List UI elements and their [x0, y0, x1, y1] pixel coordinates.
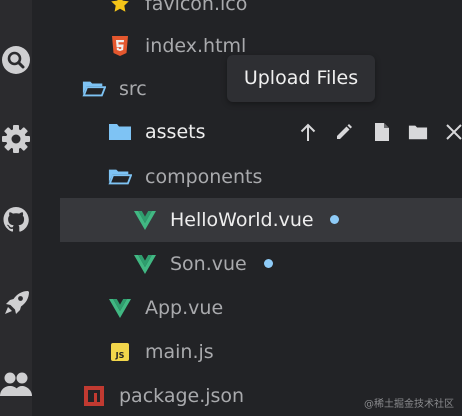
- js-icon: JS: [108, 340, 132, 364]
- tree-label: Son.vue: [170, 253, 247, 275]
- tree-row-main-js[interactable]: JS main.js: [60, 330, 462, 374]
- folder-icon: [108, 120, 132, 144]
- deploy-button[interactable]: [0, 281, 32, 325]
- npm-icon: [82, 384, 106, 408]
- tree-label: components: [145, 166, 263, 188]
- tree-label: main.js: [145, 341, 214, 363]
- settings-button[interactable]: [0, 117, 32, 161]
- tree-row-app-vue[interactable]: App.vue: [60, 286, 462, 330]
- rocket-icon: [5, 291, 29, 314]
- tree-row-helloworld-vue[interactable]: HelloWorld.vue: [60, 198, 462, 242]
- folder-open-icon: [82, 77, 106, 101]
- modified-dot: [330, 215, 339, 224]
- activity-bar: [0, 0, 32, 416]
- new-file-icon[interactable]: [372, 122, 392, 142]
- edit-icon[interactable]: [334, 122, 354, 142]
- tree-row-favicon[interactable]: favicon.ico: [60, 0, 462, 26]
- tree-label: HelloWorld.vue: [170, 209, 314, 231]
- modified-dot: [264, 259, 273, 268]
- tree-row-assets[interactable]: assets: [60, 110, 462, 154]
- vue-icon: [133, 208, 157, 232]
- close-icon[interactable]: [444, 122, 462, 142]
- github-icon: [3, 207, 29, 232]
- tree-row-son-vue[interactable]: Son.vue: [60, 242, 462, 286]
- watermark: @稀土掘金技术社区: [364, 399, 454, 410]
- star-icon: [108, 0, 132, 16]
- row-actions: [296, 110, 462, 154]
- tree-label: App.vue: [145, 297, 224, 319]
- search-button[interactable]: [0, 38, 32, 82]
- users-icon: [0, 372, 32, 396]
- tree-row-components[interactable]: components: [60, 155, 462, 199]
- upload-files-tooltip: Upload Files: [227, 55, 375, 102]
- html5-icon: [108, 34, 132, 58]
- js-badge: JS: [111, 343, 129, 361]
- tree-label: favicon.ico: [145, 0, 248, 15]
- search-icon: [2, 46, 30, 74]
- vue-icon: [133, 252, 157, 276]
- vue-icon: [108, 296, 132, 320]
- tree-label: assets: [145, 121, 206, 143]
- folder-open-icon: [108, 165, 132, 189]
- accounts-button[interactable]: [0, 362, 32, 406]
- upload-icon[interactable]: [298, 122, 318, 142]
- tree-label: src: [119, 78, 147, 100]
- app-root: favicon.ico index.html src assets compon…: [0, 0, 462, 416]
- new-folder-icon[interactable]: [408, 122, 428, 142]
- gear-icon: [2, 125, 30, 153]
- tree-label: package.json: [119, 385, 245, 407]
- github-button[interactable]: [0, 198, 32, 242]
